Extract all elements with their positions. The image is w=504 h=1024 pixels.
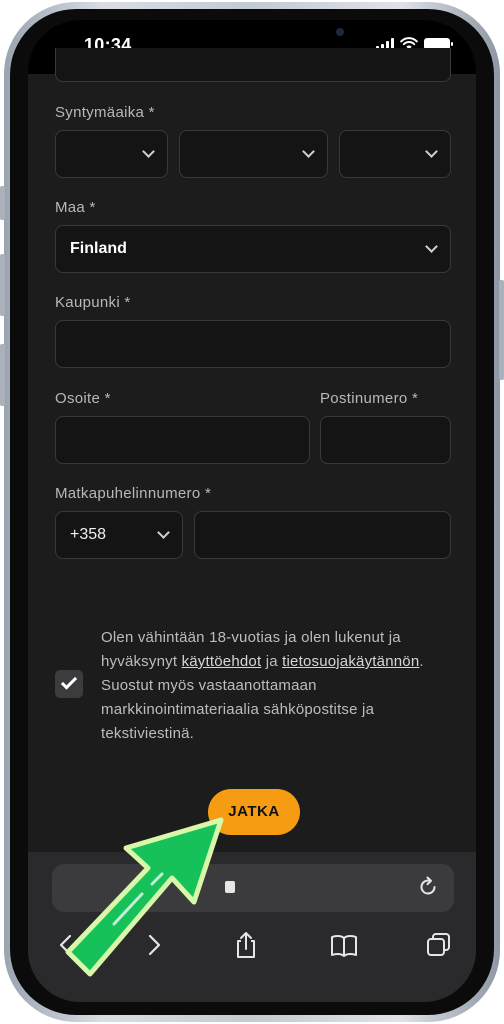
birth-month-select[interactable]	[179, 130, 328, 178]
country-code-select[interactable]: +358	[55, 511, 183, 559]
birth-day-select[interactable]	[55, 130, 168, 178]
consent-text: Olen vähintään 18-vuotias ja olen lukenu…	[101, 626, 441, 746]
tabs-icon[interactable]	[424, 930, 454, 960]
bookmarks-icon[interactable]	[329, 930, 359, 960]
consent-checkbox[interactable]	[55, 670, 83, 698]
checkmark-icon	[60, 673, 78, 690]
chevron-down-icon	[142, 145, 155, 158]
phone-input[interactable]	[194, 511, 451, 559]
country-label: Maa *	[55, 199, 96, 216]
chevron-down-icon	[425, 240, 438, 253]
address-input[interactable]	[55, 416, 310, 464]
country-code-value: +358	[70, 526, 107, 543]
city-label: Kaupunki *	[55, 294, 131, 311]
volume-up-button	[0, 254, 5, 316]
pointer-arrow-icon	[65, 817, 224, 977]
postal-code-label: Postinumero *	[320, 390, 419, 407]
previous-field[interactable]	[55, 48, 451, 82]
address-label: Osoite *	[55, 390, 111, 407]
volume-down-button	[0, 344, 5, 406]
side-switch	[0, 186, 5, 220]
postal-code-input[interactable]	[320, 416, 451, 464]
camera-icon	[336, 28, 344, 36]
country-value: Finland	[70, 240, 127, 257]
reload-icon[interactable]	[416, 875, 440, 899]
power-button	[499, 280, 504, 380]
city-input[interactable]	[55, 320, 451, 368]
chevron-down-icon	[157, 526, 170, 539]
privacy-link[interactable]: tietosuojakäytännön	[282, 653, 419, 670]
phone-label: Matkapuhelinnumero *	[55, 485, 212, 502]
country-select[interactable]: Finland	[55, 225, 451, 273]
chevron-down-icon	[302, 145, 315, 158]
birth-year-select[interactable]	[339, 130, 451, 178]
terms-link[interactable]: käyttöehdot	[182, 653, 262, 670]
screen: 10:34 Syntymäaika * Maa * Finland Kaupun…	[28, 20, 476, 1002]
consent-text-part: ja	[261, 653, 283, 670]
birthdate-label: Syntymäaika *	[55, 104, 155, 121]
chevron-down-icon	[425, 145, 438, 158]
